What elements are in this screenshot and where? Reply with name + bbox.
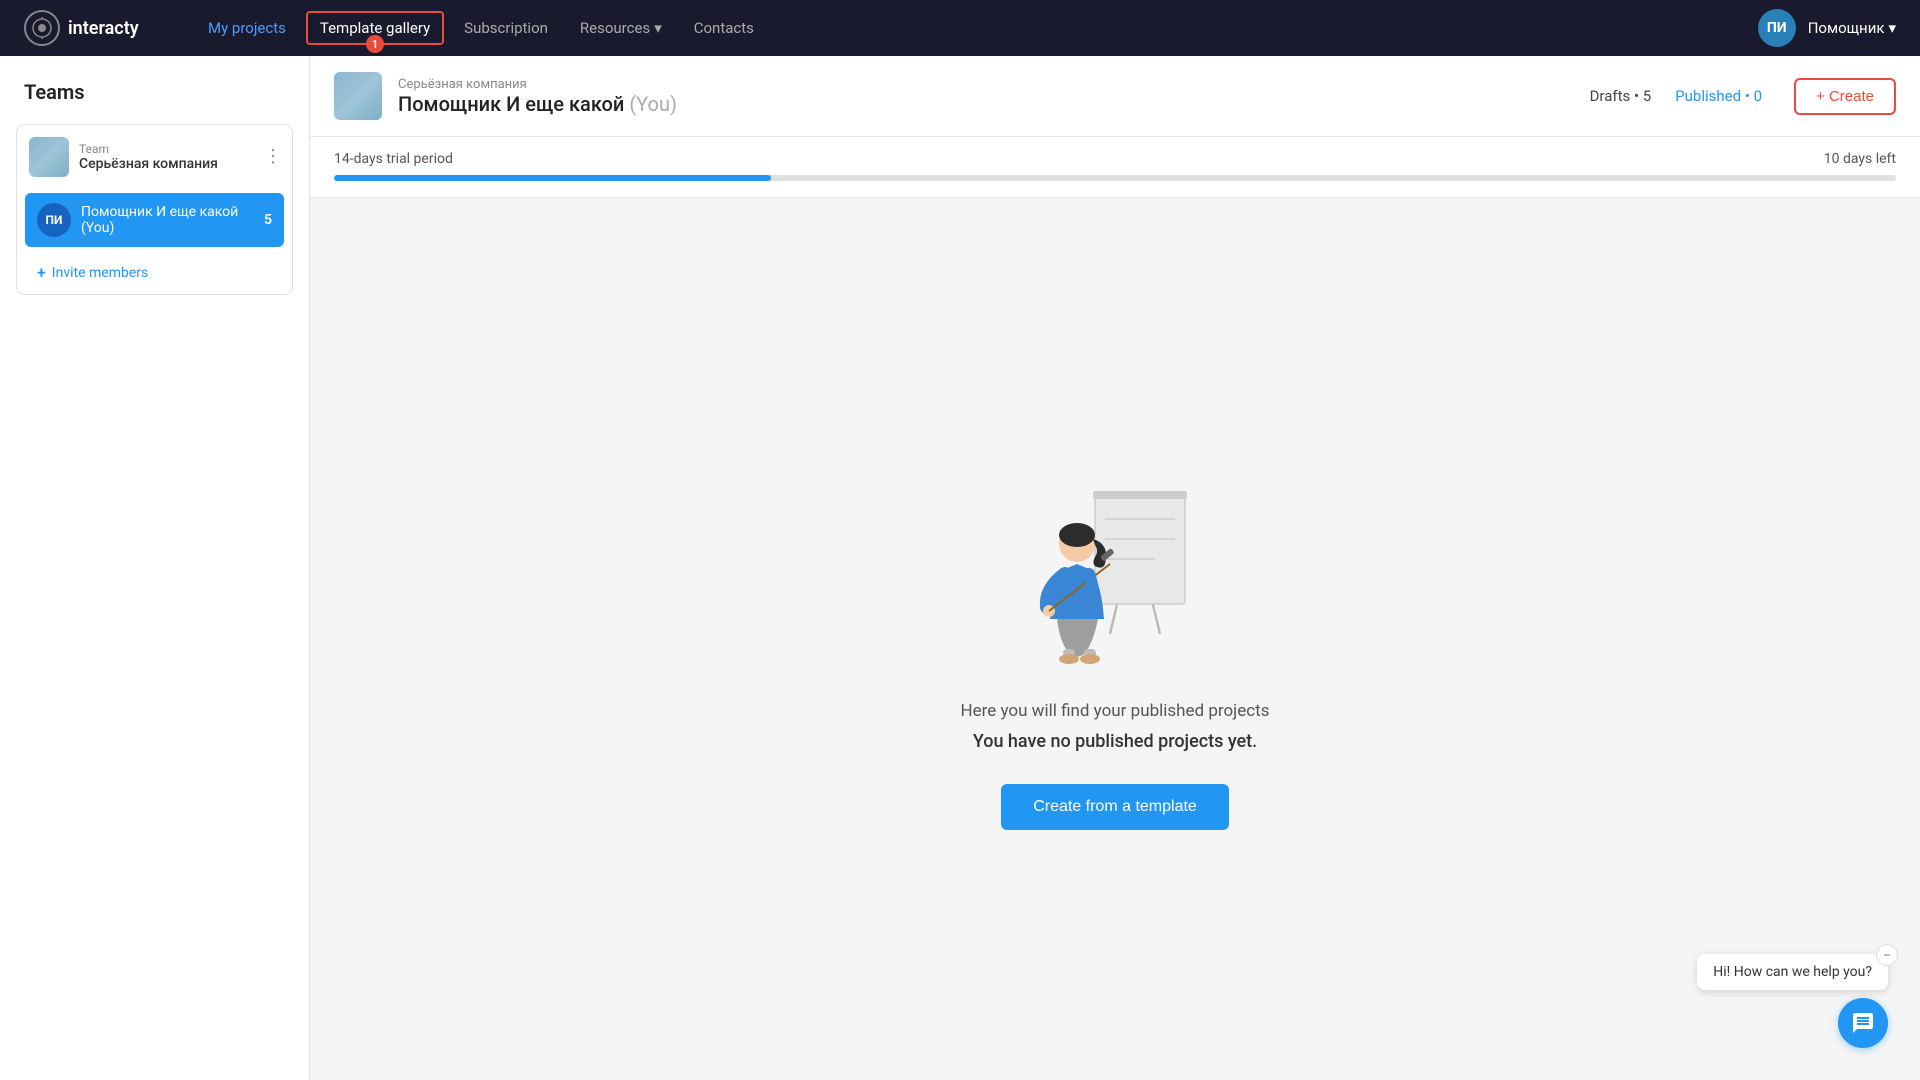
member-avatar: ПИ xyxy=(37,203,71,237)
team-avatar xyxy=(29,137,69,177)
nav-subscription[interactable]: Subscription xyxy=(452,13,560,43)
user-chevron-icon: ▾ xyxy=(1888,19,1896,37)
content-header: Серьёзная компания Помощник И еще какой … xyxy=(310,56,1920,137)
content-area: Серьёзная компания Помощник И еще какой … xyxy=(310,56,1920,1080)
team-card: Team Серьёзная компания ⋮ ПИ Помощник И … xyxy=(16,124,293,295)
member-name: Помощник И еще какой (You) xyxy=(81,204,254,236)
logo-icon xyxy=(24,10,60,46)
nav-contacts[interactable]: Contacts xyxy=(682,13,766,43)
user-menu[interactable]: Помощник ▾ xyxy=(1808,19,1896,37)
nav-badge-template: 1 xyxy=(366,35,384,53)
trial-section: 14-days trial period 10 days left xyxy=(310,137,1920,198)
chat-bubble-wrapper: Hi! How can we help you? − xyxy=(1697,954,1888,990)
logo-text: interacty xyxy=(68,18,139,39)
team-header: Team Серьёзная компания ⋮ xyxy=(17,125,292,189)
nav-template-gallery[interactable]: Template gallery 1 xyxy=(306,11,444,45)
sidebar-title: Teams xyxy=(16,80,293,104)
published-stat[interactable]: Published • 0 xyxy=(1675,87,1762,105)
navbar: interacty My projects Template gallery 1… xyxy=(0,0,1920,56)
empty-state: Here you will find your published projec… xyxy=(310,198,1920,1080)
drafts-stat: Drafts • 5 xyxy=(1590,87,1652,105)
company-name: Серьёзная компания xyxy=(398,77,1574,92)
project-title: Помощник И еще какой (You) xyxy=(398,92,1574,116)
plus-icon: + xyxy=(37,263,46,282)
avatar: ПИ xyxy=(1758,9,1796,47)
empty-title: Here you will find your published projec… xyxy=(961,701,1270,721)
trial-bar-fill xyxy=(334,175,771,181)
member-item[interactable]: ПИ Помощник И еще какой (You) 5 xyxy=(25,193,284,247)
project-info: Серьёзная компания Помощник И еще какой … xyxy=(398,77,1574,116)
project-logo xyxy=(334,72,382,120)
trial-header: 14-days trial period 10 days left xyxy=(334,151,1896,167)
trial-days-left: 10 days left xyxy=(1824,151,1896,167)
team-label: Team xyxy=(79,142,218,156)
chat-widget: Hi! How can we help you? − xyxy=(1697,954,1888,1048)
chat-bubble: Hi! How can we help you? xyxy=(1697,954,1888,990)
chevron-down-icon: ▾ xyxy=(654,19,662,37)
chat-close-button[interactable]: − xyxy=(1876,944,1898,966)
chat-open-button[interactable] xyxy=(1838,998,1888,1048)
you-label-text: (You) xyxy=(629,92,677,116)
create-from-template-button[interactable]: Create from a template xyxy=(1001,784,1229,830)
team-menu-icon[interactable]: ⋮ xyxy=(264,148,282,166)
illustration xyxy=(1005,449,1225,669)
sidebar: Teams Team Серьёзная компания ⋮ ПИ Помощ… xyxy=(0,56,310,1080)
nav-my-projects[interactable]: My projects xyxy=(196,13,298,43)
logo[interactable]: interacty xyxy=(24,10,164,46)
header-stats: Drafts • 5 Published • 0 xyxy=(1590,87,1762,105)
team-name: Серьёзная компания xyxy=(79,156,218,172)
nav-resources[interactable]: Resources ▾ xyxy=(568,13,674,43)
trial-progress-bar xyxy=(334,175,1896,181)
main-layout: Teams Team Серьёзная компания ⋮ ПИ Помощ… xyxy=(0,56,1920,1080)
trial-label: 14-days trial period xyxy=(334,151,453,167)
nav-right: ПИ Помощник ▾ xyxy=(1758,9,1896,47)
empty-subtitle: You have no published projects yet. xyxy=(973,731,1257,752)
create-button[interactable]: + Create xyxy=(1794,78,1896,115)
nav-links: My projects Template gallery 1 Subscript… xyxy=(196,11,1726,45)
member-count: 5 xyxy=(264,212,272,228)
invite-members-link[interactable]: + Invite members xyxy=(17,251,292,294)
